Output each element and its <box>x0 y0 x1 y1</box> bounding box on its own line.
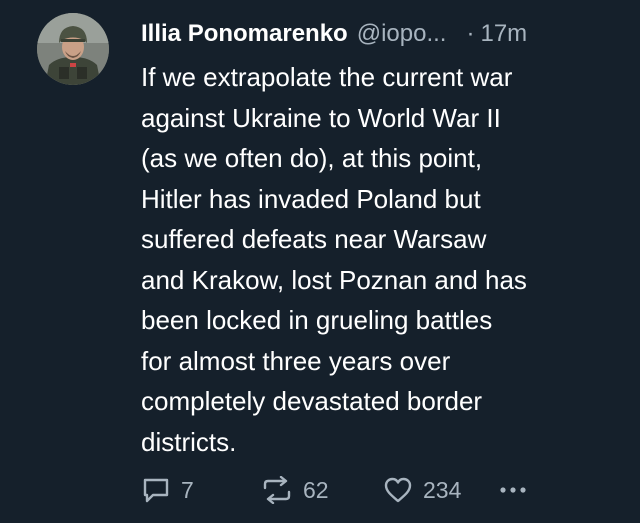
tweet-text-line: (as we often do), at this point, <box>141 143 483 173</box>
tweet-text-line: and Krakow, lost Poznan and has <box>141 264 527 295</box>
retweet-icon <box>261 476 293 504</box>
header-separator: · <box>466 20 475 47</box>
like-count: 234 <box>423 476 462 503</box>
author-display-name[interactable]: Illia Ponomarenko <box>141 16 348 52</box>
retweet-count: 62 <box>303 476 329 503</box>
avatar-image <box>37 13 109 85</box>
tweet-actions: 7 62 234 <box>141 472 527 508</box>
tweet-text-line: districts. <box>141 426 237 457</box>
reply-button[interactable]: 7 <box>141 476 261 504</box>
tweet-text: If we extrapolate the current war agains… <box>141 57 621 462</box>
tweet[interactable]: Illia Ponomarenko @iopo... · 17m If we e… <box>0 0 640 523</box>
tweet-timestamp[interactable]: 17m <box>480 16 527 52</box>
tweet-text-line: Hitler has invaded Poland but <box>141 183 481 214</box>
tweet-text-line: completely devastated border <box>141 386 483 416</box>
like-button[interactable]: 234 <box>383 476 499 504</box>
tweet-text-line: for almost three years over <box>141 345 451 376</box>
tweet-text-line: been locked in grueling battles <box>141 305 493 335</box>
reply-count: 7 <box>181 476 194 503</box>
more-icon <box>499 485 527 495</box>
reply-icon <box>141 476 171 504</box>
tweet-text-line: against Ukraine to World War II <box>141 102 501 133</box>
author-handle[interactable]: @iopo... <box>357 16 447 52</box>
tweet-header: Illia Ponomarenko @iopo... · 17m <box>141 16 621 52</box>
retweet-button[interactable]: 62 <box>261 476 383 504</box>
heart-icon <box>383 476 413 504</box>
avatar[interactable] <box>37 13 109 85</box>
more-button[interactable] <box>499 485 527 495</box>
tweet-text-line: If we extrapolate the current war <box>141 62 513 92</box>
tweet-text-line: suffered defeats near Warsaw <box>141 224 487 254</box>
